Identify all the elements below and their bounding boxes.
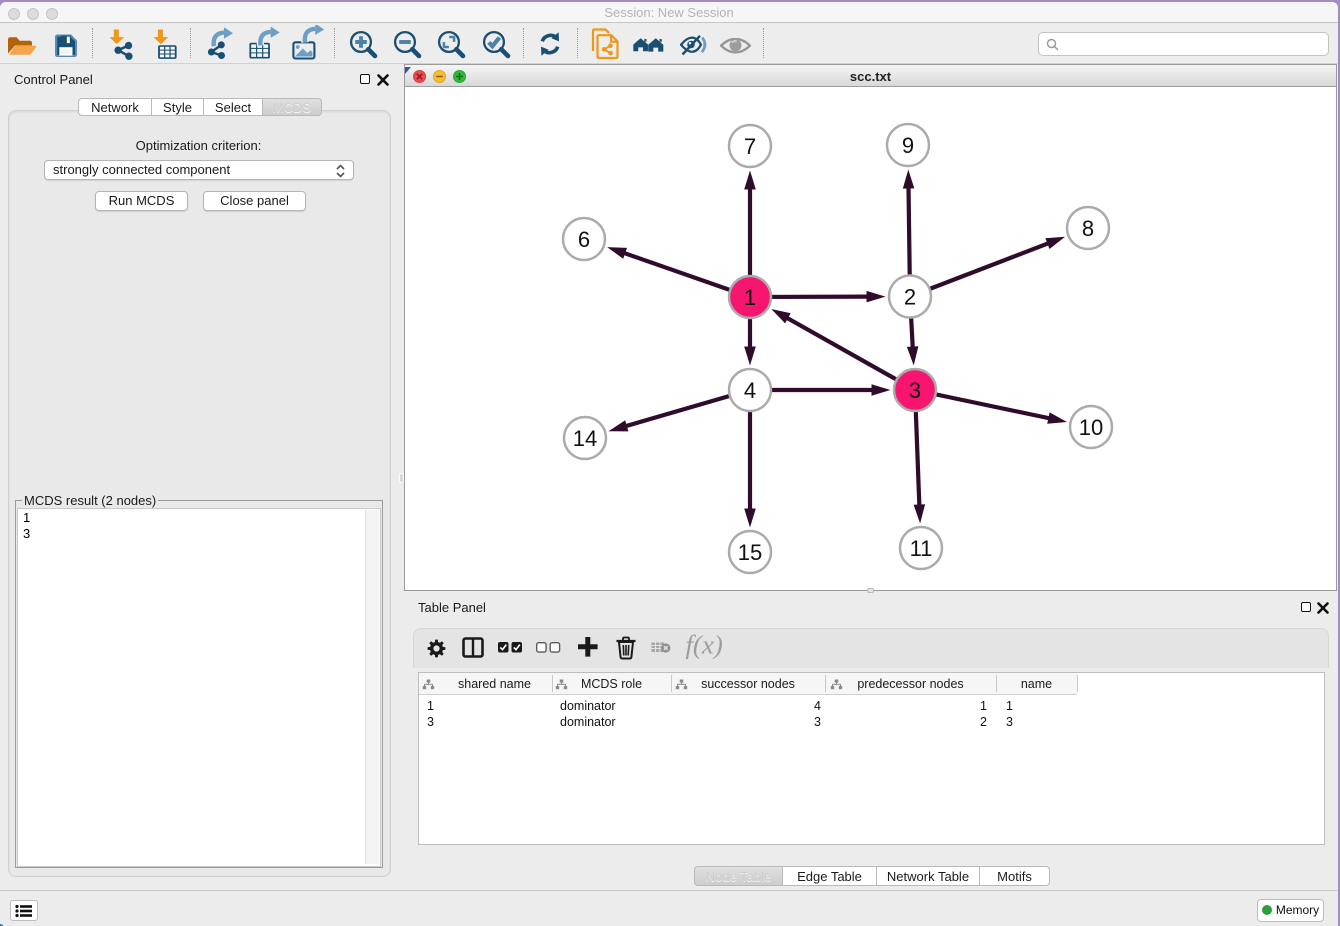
svg-text:15: 15	[738, 540, 762, 565]
svg-text:1: 1	[744, 285, 756, 310]
svg-text:f(x): f(x)	[685, 632, 722, 660]
svg-text:14: 14	[573, 426, 597, 451]
svg-text:9: 9	[902, 133, 914, 158]
svg-text:11: 11	[910, 536, 933, 561]
svg-text:6: 6	[578, 227, 590, 252]
svg-text:10: 10	[1079, 415, 1103, 440]
svg-text:7: 7	[744, 134, 756, 159]
svg-text:4: 4	[744, 378, 756, 403]
svg-text:3: 3	[909, 378, 921, 403]
svg-text:8: 8	[1082, 216, 1094, 241]
svg-text:2: 2	[904, 285, 916, 310]
